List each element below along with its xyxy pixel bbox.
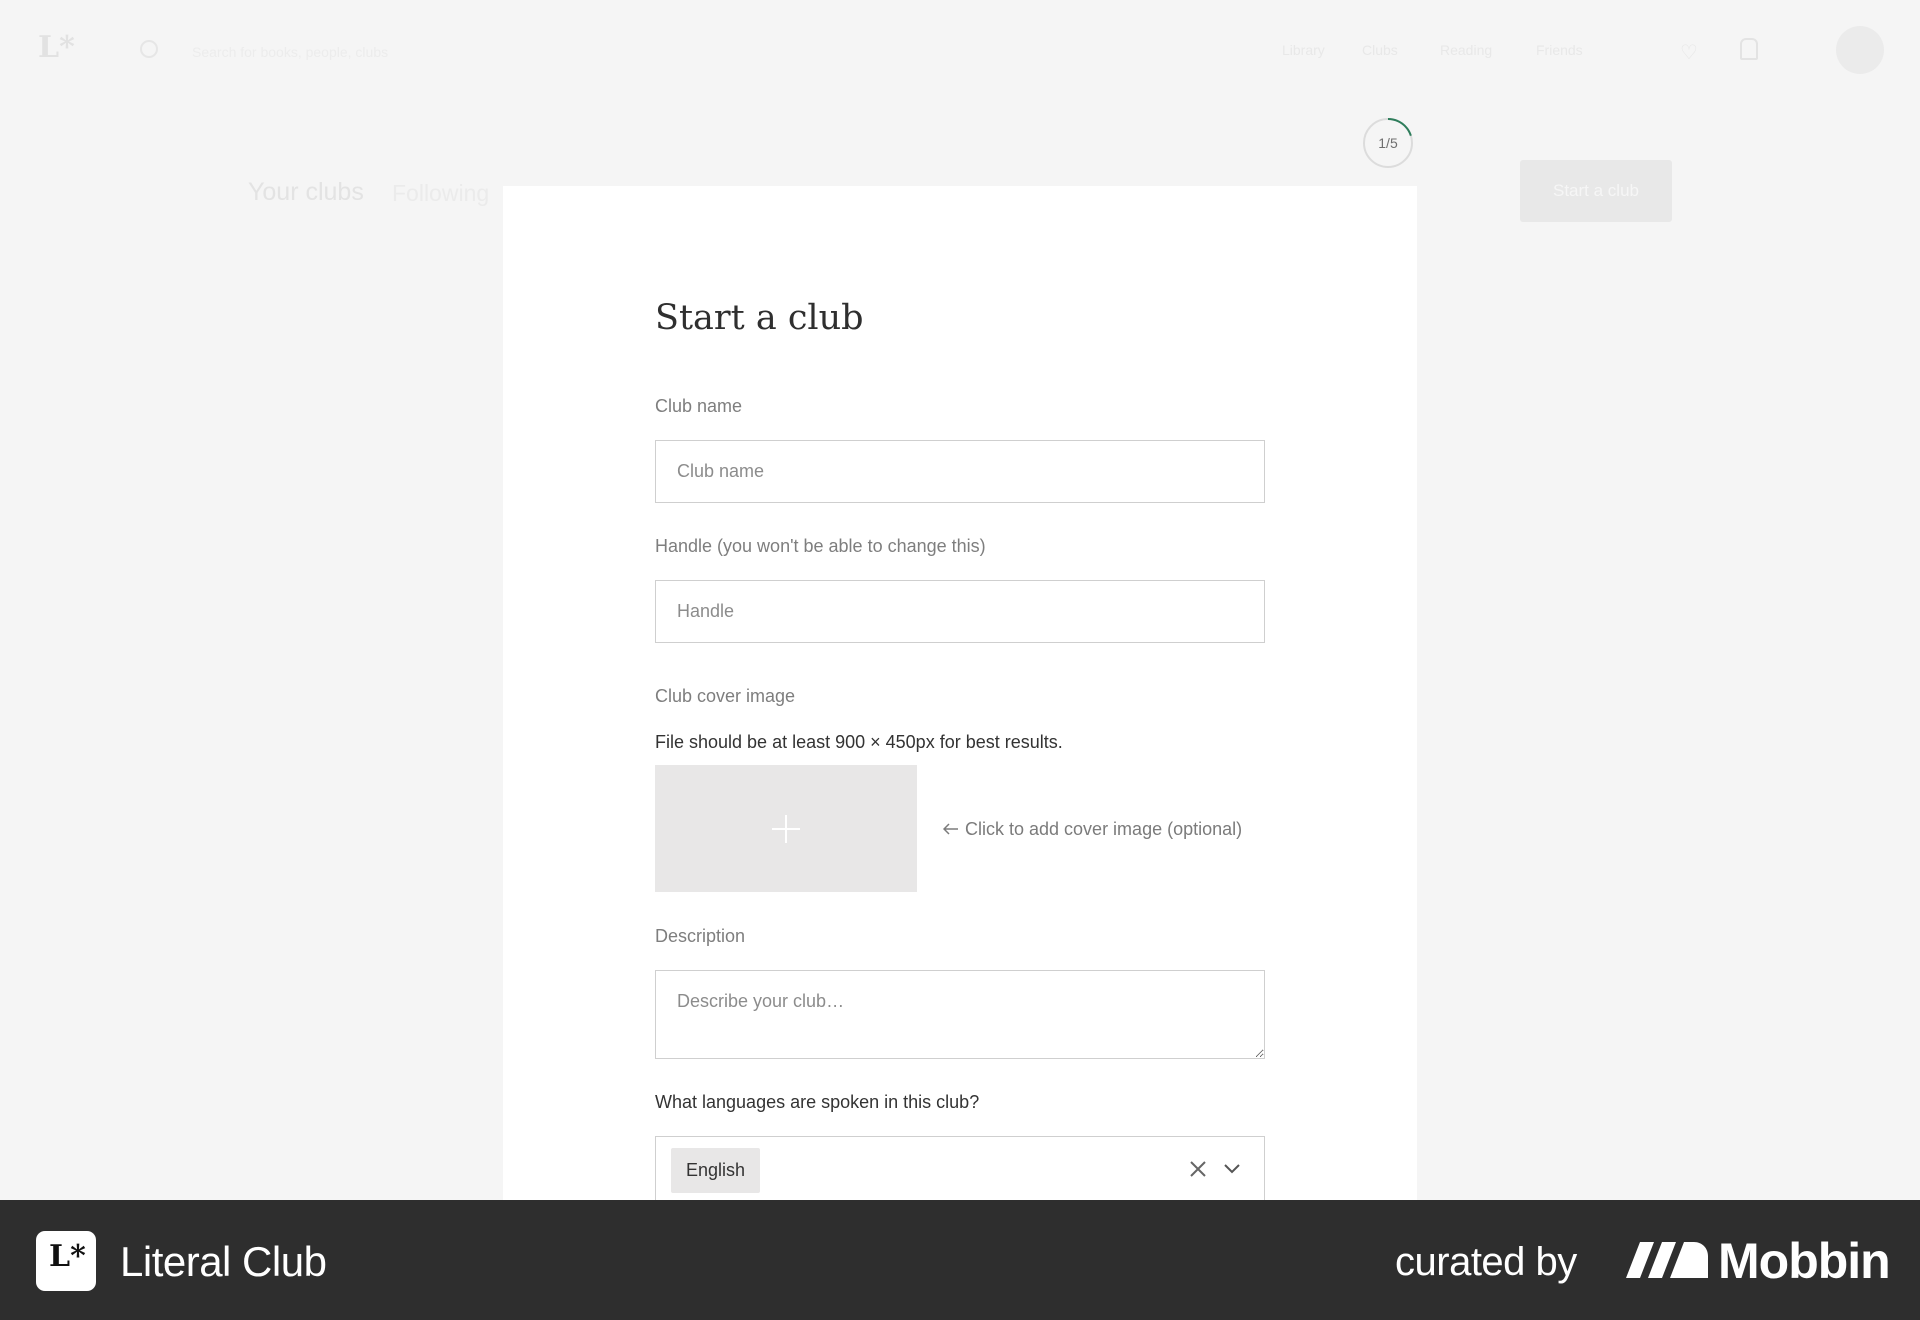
avatar: [1836, 26, 1884, 74]
cover-image-label: Club cover image: [655, 686, 796, 706]
club-name-label: Club name: [655, 396, 743, 416]
literal-logo: L*: [38, 30, 75, 65]
footer-banner: L* Literal Club curated by Mobbin: [0, 1200, 1920, 1320]
nav-item-reading: Reading: [1440, 42, 1493, 58]
search-icon: [140, 40, 158, 58]
search-placeholder: Search for books, people, clubs: [192, 44, 389, 60]
description-label: Description: [655, 926, 746, 946]
handle-label: Handle (you won't be able to change this…: [655, 536, 986, 556]
app-name: Literal Club: [120, 1238, 327, 1285]
nav-item-clubs: Clubs: [1362, 42, 1398, 58]
top-navigation-bar: L* Search for books, people, clubs Libra…: [0, 0, 1920, 100]
start-club-modal: Start a club Club name Handle (you won't…: [503, 186, 1417, 1202]
tab-following: Following: [392, 180, 490, 206]
bell-icon: [1740, 38, 1758, 60]
club-name-input[interactable]: [655, 440, 1265, 503]
modal-title: Start a club: [655, 298, 864, 338]
languages-select[interactable]: English: [655, 1136, 1265, 1202]
cover-image-add-label: Click to add cover image (optional): [965, 819, 1243, 839]
step-label: 1/5: [1378, 135, 1398, 151]
search-bar: Search for books, people, clubs: [140, 38, 540, 62]
add-cover-image-button[interactable]: [655, 765, 917, 892]
page-heading: Your clubs: [248, 178, 364, 206]
cover-image-hint: File should be at least 900 × 450px for …: [655, 732, 1063, 752]
curated-by-text: curated by: [1395, 1240, 1577, 1284]
cover-image-add-text: Click to add cover image (optional): [942, 819, 1243, 840]
mobbin-brand-name: Mobbin: [1718, 1233, 1891, 1289]
nav-item-library: Library: [1282, 42, 1325, 58]
step-indicator: 1/5: [1362, 117, 1414, 169]
clear-icon[interactable]: [1188, 1159, 1208, 1179]
start-club-button-background: Start a club: [1520, 160, 1672, 222]
description-textarea[interactable]: [655, 970, 1265, 1059]
arrow-left-icon: [942, 823, 958, 835]
handle-input[interactable]: [655, 580, 1265, 643]
nav-item-friends: Friends: [1536, 42, 1583, 58]
languages-question: What languages are spoken in this club?: [655, 1092, 980, 1112]
language-chip-english[interactable]: English: [671, 1148, 761, 1193]
literal-club-app-icon: L*: [36, 1231, 96, 1291]
chevron-down-icon[interactable]: [1223, 1161, 1241, 1175]
mobbin-logo-icon: [1626, 1242, 1708, 1278]
heart-icon: ♡: [1680, 42, 1698, 64]
